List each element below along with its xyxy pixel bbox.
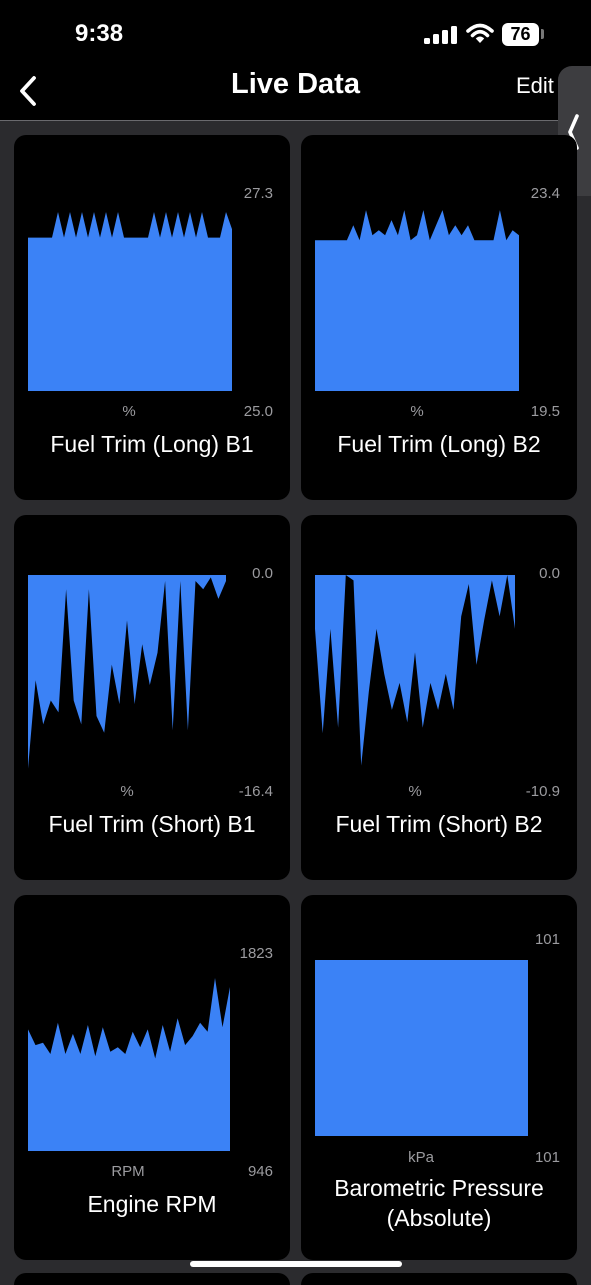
max-value: 0.0 xyxy=(252,565,273,582)
max-value: 101 xyxy=(534,931,560,948)
wifi-icon xyxy=(466,23,494,43)
series-area xyxy=(28,575,226,769)
unit-label: RPM xyxy=(111,1163,145,1180)
sparkline-chart xyxy=(315,575,515,766)
gauge-card[interactable]: 1823 RPM 946 Engine RPM xyxy=(14,895,290,1260)
gauge-card[interactable]: 27.3 % 25.0 Fuel Trim (Long) B1 xyxy=(14,135,290,500)
next-card-peek xyxy=(14,1273,290,1285)
max-value: 0.0 xyxy=(539,565,560,582)
sparkline-chart xyxy=(315,210,519,391)
card-title: Engine RPM xyxy=(87,1191,217,1217)
card-title: Barometric Pressure (Absolute) xyxy=(334,1175,544,1231)
sparkline-chart xyxy=(28,978,230,1151)
max-value: 23.4 xyxy=(530,185,560,202)
home-indicator[interactable] xyxy=(190,1261,402,1267)
cellular-signal-icon xyxy=(424,26,457,44)
status-bar: 9:38 76 xyxy=(0,0,591,62)
card-title: Fuel Trim (Short) B1 xyxy=(48,811,256,837)
min-value: 946 xyxy=(247,1163,273,1180)
unit-label: % xyxy=(122,403,136,420)
battery-cap xyxy=(541,29,544,39)
card-title: Fuel Trim (Long) B2 xyxy=(337,431,541,457)
unit-label: kPa xyxy=(408,1149,434,1166)
sparkline-chart xyxy=(28,575,226,769)
series-area xyxy=(315,575,515,766)
unit-label: % xyxy=(120,783,134,800)
min-value: 101 xyxy=(534,1149,560,1166)
page-title: Live Data xyxy=(231,68,360,100)
edit-button[interactable]: Edit xyxy=(516,73,554,99)
series-area xyxy=(315,960,528,1136)
min-value: -16.4 xyxy=(238,783,273,800)
card-title: Fuel Trim (Long) B1 xyxy=(50,431,254,457)
min-value: 19.5 xyxy=(530,403,560,420)
series-area xyxy=(28,978,230,1151)
unit-label: % xyxy=(410,403,424,420)
gauge-card[interactable]: 101 kPa 101 Barometric Pressure (Absolut… xyxy=(301,895,577,1260)
gauge-card[interactable]: 23.4 % 19.5 Fuel Trim (Long) B2 xyxy=(301,135,577,500)
next-card-peek xyxy=(301,1273,577,1285)
max-value: 1823 xyxy=(239,945,273,962)
status-time: 9:38 xyxy=(75,20,124,47)
series-area xyxy=(28,212,232,391)
series-area xyxy=(315,210,519,391)
gauge-card[interactable]: 0.0 % -16.4 Fuel Trim (Short) B1 xyxy=(14,515,290,880)
card-title: Fuel Trim (Short) B2 xyxy=(335,811,543,837)
max-value: 27.3 xyxy=(243,185,273,202)
unit-label: % xyxy=(408,783,422,800)
gauge-card[interactable]: 0.0 % -10.9 Fuel Trim (Short) B2 xyxy=(301,515,577,880)
min-value: 25.0 xyxy=(243,403,273,420)
min-value: -10.9 xyxy=(525,783,560,800)
nav-bar: Live Data Edit xyxy=(0,62,591,121)
sparkline-chart xyxy=(28,212,232,391)
battery-icon: 76 xyxy=(502,23,539,46)
